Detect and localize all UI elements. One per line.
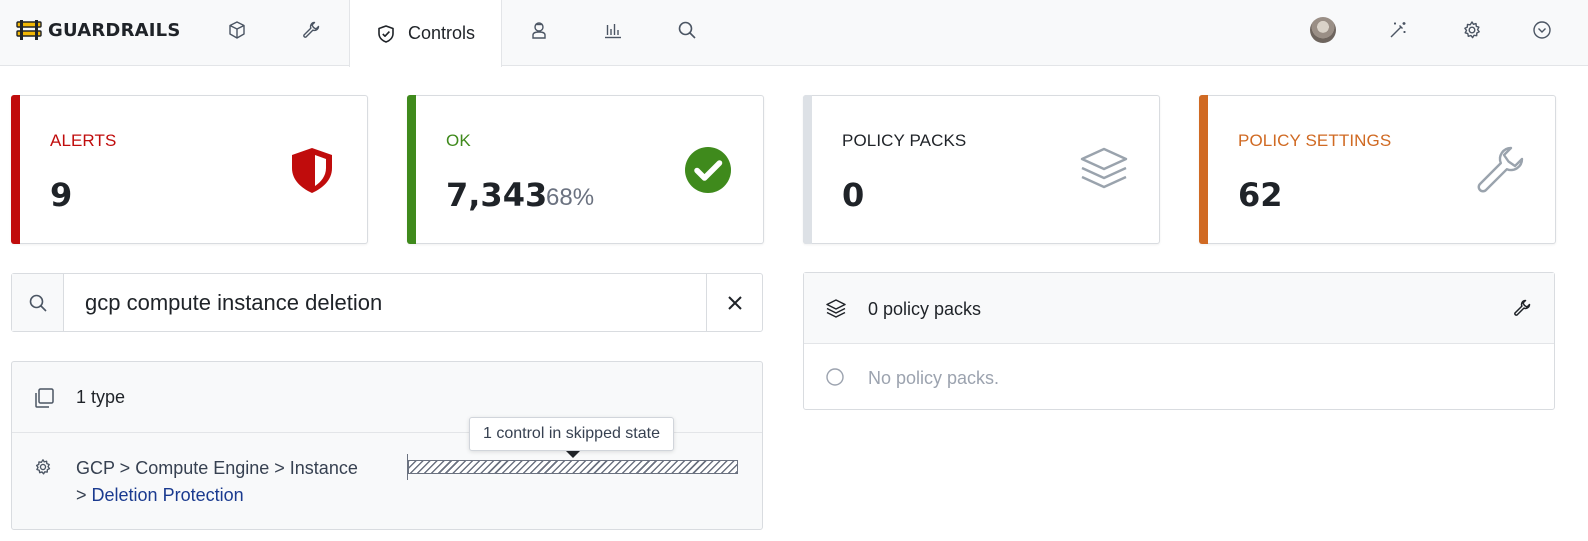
search-input[interactable] xyxy=(64,274,707,331)
ok-count: 7,343 xyxy=(446,176,548,214)
empty-circle-icon xyxy=(826,368,844,386)
tab-controls-label: Controls xyxy=(407,23,476,43)
clear-search-button[interactable] xyxy=(706,274,762,331)
magic-wand-icon[interactable] xyxy=(1386,18,1410,42)
alerts-accent-bar xyxy=(11,95,20,244)
top-nav: GUARDRAILS Controls xyxy=(0,0,1588,67)
guardrails-logo-icon xyxy=(16,20,42,40)
policy-packs-panel: 0 policy packs No policy packs. xyxy=(803,272,1555,410)
copy-icon xyxy=(35,388,54,408)
brand-name: GUARDRAILS xyxy=(48,19,181,41)
check-circle-icon xyxy=(685,147,731,193)
tooltip-arrow xyxy=(566,451,580,458)
policy-packs-header: 0 policy packs xyxy=(804,273,1554,344)
skipped-tooltip: 1 control in skipped state xyxy=(469,417,674,458)
layers-icon xyxy=(826,299,846,318)
policy-settings-label: POLICY SETTINGS xyxy=(1238,131,1392,150)
policy-packs-empty-text: No policy packs. xyxy=(868,368,1000,388)
search-icon[interactable] xyxy=(675,18,699,42)
policy-packs-card[interactable]: POLICY PACKS 0 xyxy=(803,95,1160,244)
type-path-separator: > xyxy=(76,485,87,505)
close-icon xyxy=(727,295,742,310)
gear-icon xyxy=(35,459,51,475)
policy-packs-count: 0 xyxy=(842,176,865,214)
types-count: 1 type xyxy=(76,387,126,407)
ok-accent-bar xyxy=(407,95,416,244)
policy-packs-accent-bar xyxy=(803,95,812,244)
policy-packs-label: POLICY PACKS xyxy=(842,131,967,150)
ok-card[interactable]: OK 7,343 68% xyxy=(407,95,764,244)
search-bar xyxy=(11,273,763,332)
policy-settings-count: 62 xyxy=(1238,176,1283,214)
shield-check-icon xyxy=(378,24,394,43)
type-path: GCP > Compute Engine > Instance > Deleti… xyxy=(76,455,396,509)
skipped-state-segment[interactable] xyxy=(408,460,738,474)
agent-icon[interactable] xyxy=(527,18,551,42)
alerts-card[interactable]: ALERTS 9 xyxy=(11,95,368,244)
policy-packs-count: 0 policy packs xyxy=(868,299,982,319)
policy-settings-card[interactable]: POLICY SETTINGS 62 xyxy=(1199,95,1556,244)
ok-percent: 68% xyxy=(546,184,595,211)
wrench-icon[interactable] xyxy=(1512,298,1532,318)
type-path-prefix: GCP > Compute Engine > Instance xyxy=(76,458,358,478)
avatar[interactable] xyxy=(1310,17,1336,43)
tab-controls[interactable]: Controls xyxy=(349,0,502,67)
deletion-protection-link[interactable]: Deletion Protection xyxy=(92,485,244,505)
gear-icon[interactable] xyxy=(1460,18,1484,42)
reports-chart-icon[interactable] xyxy=(601,18,625,42)
wrench-icon[interactable] xyxy=(299,18,323,42)
guardrails-logo[interactable]: GUARDRAILS xyxy=(16,17,181,43)
policy-settings-accent-bar xyxy=(1199,95,1208,244)
chevron-down-circle-icon[interactable] xyxy=(1530,18,1554,42)
search-icon xyxy=(12,274,64,331)
resources-cube-icon[interactable] xyxy=(225,18,249,42)
wrench-icon xyxy=(1477,146,1524,193)
layers-icon xyxy=(1080,147,1128,189)
shield-alert-icon xyxy=(292,148,332,193)
ok-label: OK xyxy=(446,131,471,150)
tooltip-text: 1 control in skipped state xyxy=(483,425,660,442)
alerts-label: ALERTS xyxy=(50,131,117,150)
alerts-count: 9 xyxy=(50,176,73,214)
